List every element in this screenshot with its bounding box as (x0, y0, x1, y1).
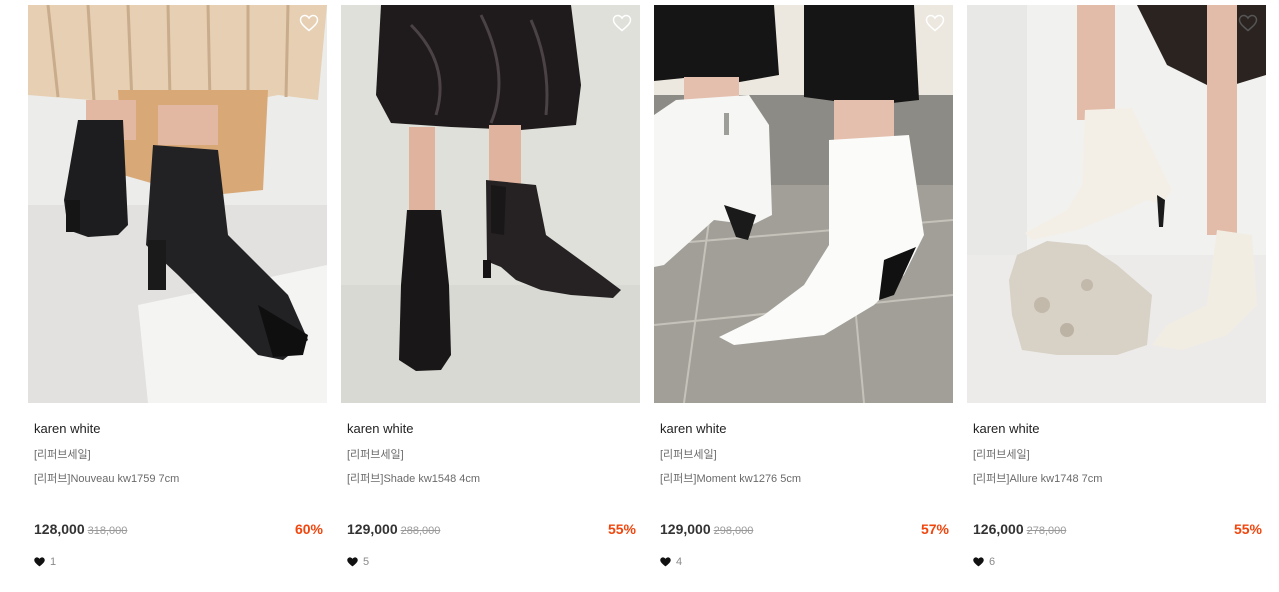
product-image[interactable] (28, 5, 327, 403)
product-card[interactable]: karen white [리퍼브세일] [리퍼브]Moment kw1276 5… (654, 5, 953, 585)
sale-tag: [리퍼브세일] (660, 449, 717, 461)
heart-filled-icon (34, 557, 45, 567)
heart-filled-icon (973, 557, 984, 567)
wishlist-heart-icon[interactable] (1238, 14, 1258, 32)
like-count-value: 1 (50, 556, 57, 568)
product-card[interactable]: karen white [리퍼브세일] [리퍼브]Nouveau kw1759 … (28, 5, 327, 585)
original-price: 278,000 (1026, 525, 1067, 537)
sale-tag: [리퍼브세일] (347, 449, 404, 461)
sale-price: 129,000 (347, 521, 398, 537)
like-count: 5 (347, 556, 369, 568)
like-count-value: 5 (363, 556, 370, 568)
sale-price: 129,000 (660, 521, 711, 537)
sale-price: 128,000 (34, 521, 85, 537)
product-photo-white-pointed-boots (654, 5, 953, 403)
product-image[interactable] (654, 5, 953, 403)
wishlist-heart-icon[interactable] (612, 14, 632, 32)
like-count: 1 (34, 556, 56, 568)
price: 128,000 318,000 (34, 521, 127, 537)
product-name[interactable]: [리퍼브]Shade kw1548 4cm (347, 470, 480, 486)
discount-rate: 60% (294, 521, 323, 537)
discount-rate: 57% (920, 521, 949, 537)
original-price: 298,000 (713, 525, 754, 537)
sale-tag: [리퍼브세일] (973, 449, 1030, 461)
product-name[interactable]: [리퍼브]Nouveau kw1759 7cm (34, 470, 179, 486)
discount-rate: 55% (1233, 521, 1262, 537)
product-card[interactable]: karen white [리퍼브세일] [리퍼브]Allure kw1748 7… (967, 5, 1266, 585)
brand-name[interactable]: karen white (347, 421, 413, 436)
price: 126,000 278,000 (973, 521, 1066, 537)
heart-filled-icon (347, 557, 358, 567)
product-photo-ivory-stiletto-boots (967, 5, 1266, 403)
brand-name[interactable]: karen white (660, 421, 726, 436)
product-image[interactable] (341, 5, 640, 403)
price: 129,000 298,000 (660, 521, 753, 537)
discount-rate: 55% (607, 521, 636, 537)
original-price: 288,000 (400, 525, 441, 537)
wishlist-heart-icon[interactable] (925, 14, 945, 32)
heart-filled-icon (660, 557, 671, 567)
like-count-value: 4 (676, 556, 683, 568)
brand-name[interactable]: karen white (34, 421, 100, 436)
product-grid: karen white [리퍼브세일] [리퍼브]Nouveau kw1759 … (0, 0, 1279, 592)
product-photo-black-chelsea-boots (341, 5, 640, 403)
product-name[interactable]: [리퍼브]Allure kw1748 7cm (973, 470, 1102, 486)
sale-tag: [리퍼브세일] (34, 449, 91, 461)
like-count-value: 6 (989, 556, 996, 568)
product-image[interactable] (967, 5, 1266, 403)
wishlist-heart-icon[interactable] (299, 14, 319, 32)
product-name[interactable]: [리퍼브]Moment kw1276 5cm (660, 470, 801, 486)
like-count: 6 (973, 556, 995, 568)
product-card[interactable]: karen white [리퍼브세일] [리퍼브]Shade kw1548 4c… (341, 5, 640, 585)
sale-price: 126,000 (973, 521, 1024, 537)
price: 129,000 288,000 (347, 521, 440, 537)
brand-name[interactable]: karen white (973, 421, 1039, 436)
like-count: 4 (660, 556, 682, 568)
original-price: 318,000 (87, 525, 128, 537)
product-photo-black-sock-boots (28, 5, 327, 403)
